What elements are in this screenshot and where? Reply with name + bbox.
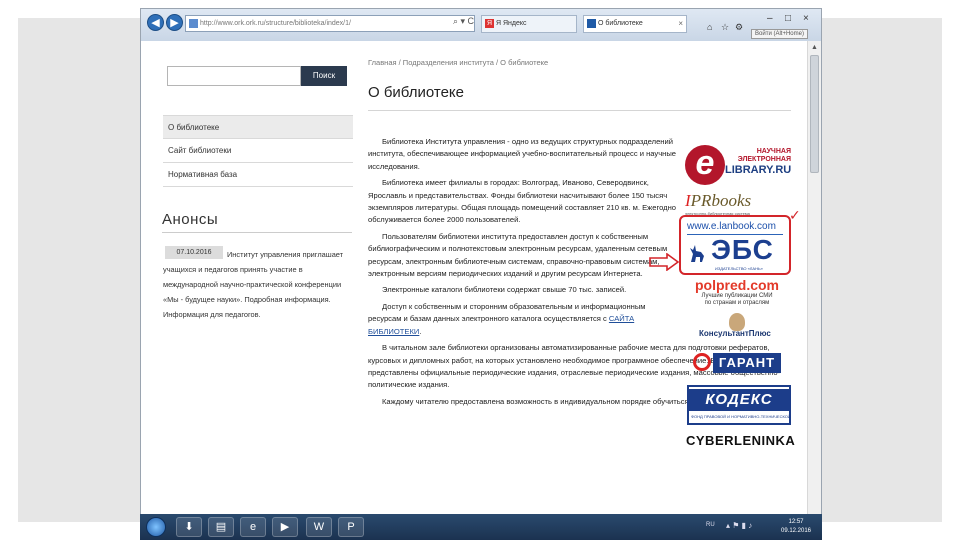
address-bar[interactable]: http://www.ork.ork.ru/structure/bibliote…: [185, 15, 475, 32]
iprbooks-logo[interactable]: IPRbooks электронно-библиотечная система: [685, 191, 791, 217]
scroll-up-icon[interactable]: ▲: [808, 41, 821, 54]
language-indicator[interactable]: RU: [706, 522, 715, 528]
tab-label: О библиотеке: [598, 20, 643, 27]
address-url: http://www.ork.ork.ru/structure/bibliote…: [200, 20, 351, 27]
sidebar-menu: О библиотеке Сайт библиотеки Нормативная…: [163, 115, 353, 187]
lanbook-ebs: ЭБС: [711, 234, 774, 265]
polpred-wordmark: polpred.com: [694, 277, 779, 293]
gear-icon[interactable]: ⚙: [735, 22, 743, 33]
iprbooks-wordmark: IPRbooks: [685, 191, 791, 211]
kodeks-label: КОДЕКС: [689, 389, 789, 411]
garant-logo[interactable]: ГАРАНТ: [693, 351, 783, 375]
elibrary-line2: ЭЛЕКТРОННАЯ: [737, 156, 791, 163]
elibrary-line1: НАУЧНАЯ: [756, 148, 791, 155]
elibrary-letter: e: [685, 145, 725, 185]
cyberleninka-logo[interactable]: CYBERLENINKA: [686, 433, 795, 448]
page-title: О библиотеке: [368, 84, 464, 101]
anons-heading: Анонсы: [162, 211, 219, 228]
elibrary-logo[interactable]: e НАУЧНАЯ ЭЛЕКТРОННАЯ LIBRARY.RU: [685, 145, 791, 185]
tab-yandex[interactable]: Я Я Яндекс: [481, 15, 577, 33]
vertical-scrollbar[interactable]: ▲ ▼: [807, 41, 821, 523]
tab-about-library[interactable]: О библиотеке ×: [583, 15, 687, 33]
article-column-narrow: Библиотека Института управления - одно и…: [368, 136, 680, 338]
article-paragraph: Доступ к собственным и сторонним образов…: [368, 301, 646, 336]
ie-icon[interactable]: e: [240, 517, 266, 537]
taskbar: ⬇ ▤ e ▶ W P RU ▴ ⚑ ▮ ♪ 12:57 09.12.2016: [140, 514, 822, 540]
konsultant-logo[interactable]: КонсультантПлюс: [699, 313, 789, 343]
tab-label: Я Яндекс: [496, 20, 527, 27]
tray-icons[interactable]: ▴ ⚑ ▮ ♪: [726, 521, 752, 530]
checkmark-icon: ✓: [789, 207, 801, 223]
article-paragraph: Электронные каталоги библиотеки содержат…: [382, 285, 627, 295]
scroll-thumb[interactable]: [810, 55, 819, 173]
konsultant-label: КонсультантПлюс: [699, 329, 771, 338]
kodeks-sub: ФОНД ПРАВОВОЙ И НОРМАТИВНО-ТЕХНИЧЕСКОЙ: [691, 414, 791, 419]
browser-window: ◀ ▶ http://www.ork.ork.ru/structure/bibl…: [140, 8, 822, 538]
divider: [368, 110, 791, 111]
star-icon[interactable]: ☆: [721, 22, 729, 33]
close-tab-icon[interactable]: ×: [678, 16, 683, 32]
lanbook-sub: ИЗДАТЕЛЬСТВО «ЛАНЬ»: [715, 266, 763, 271]
garant-mark-icon: [693, 353, 711, 371]
lanbook-url: www.e.lanbook.com: [687, 221, 776, 232]
page-content: Поиск О библиотеке Сайт библиотеки Норма…: [141, 41, 821, 523]
clock-time: 12:57: [788, 519, 804, 525]
address-tools[interactable]: ⌕ ▾ C: [453, 16, 474, 27]
search-button[interactable]: Поиск: [301, 66, 347, 86]
browser-toolbar: ◀ ▶ http://www.ork.ork.ru/structure/bibl…: [141, 9, 821, 41]
iprbooks-rest: PRbooks: [690, 191, 752, 210]
polpred-logo[interactable]: polpred.com Лучшие публикации СМИ по стр…: [681, 277, 793, 309]
word-icon[interactable]: W: [306, 517, 332, 537]
maximize-button[interactable]: □: [785, 13, 791, 24]
anons-date: 07.10.2016: [165, 246, 223, 259]
kodeks-logo[interactable]: КОДЕКС ФОНД ПРАВОВОЙ И НОРМАТИВНО-ТЕХНИЧ…: [687, 385, 791, 425]
clock-date: 09.12.2016: [780, 528, 812, 534]
search-input[interactable]: [167, 66, 301, 86]
folder-icon[interactable]: ▤: [208, 517, 234, 537]
sidebar-item-site[interactable]: Сайт библиотеки: [163, 139, 353, 163]
polpred-sub2: по странам и отраслям: [704, 300, 770, 306]
clock[interactable]: 12:57 09.12.2016: [774, 518, 818, 536]
lanbook-logo[interactable]: www.e.lanbook.com ЭБС ИЗДАТЕЛЬСТВО «ЛАНЬ…: [679, 215, 791, 275]
minimize-button[interactable]: –: [767, 13, 773, 24]
forward-icon[interactable]: ▶: [166, 14, 183, 31]
article-paragraph: Пользователям библиотеки института предо…: [368, 231, 668, 279]
close-button[interactable]: ×: [803, 13, 809, 24]
home-icon[interactable]: ⌂: [707, 22, 712, 32]
breadcrumb[interactable]: Главная / Подразделения института / О би…: [368, 58, 548, 67]
article-paragraph: Библиотека имеет филиалы в городах: Волг…: [368, 178, 676, 225]
download-icon[interactable]: ⬇: [176, 517, 202, 537]
access-text: Доступ к собственным и сторонним образов…: [368, 301, 646, 324]
deer-icon: [687, 242, 709, 264]
media-icon[interactable]: ▶: [272, 517, 298, 537]
ppt-icon[interactable]: P: [338, 517, 364, 537]
login-hint[interactable]: Войти (Alt+Home): [751, 29, 808, 39]
elibrary-line3: LIBRARY.RU: [725, 164, 792, 176]
page-icon: [189, 19, 198, 28]
site-favicon: [587, 19, 596, 28]
start-button[interactable]: [146, 517, 166, 537]
article-paragraph: Библиотека Института управления - одно и…: [368, 137, 677, 171]
back-icon[interactable]: ◀: [147, 14, 164, 31]
screen: ◀ ▶ http://www.ork.ork.ru/structure/bibl…: [0, 0, 960, 540]
red-arrow-icon: [649, 252, 680, 272]
divider: [162, 232, 352, 233]
sidebar-item-normative[interactable]: Нормативная база: [163, 163, 353, 187]
yandex-icon: Я: [485, 19, 494, 28]
garant-label: ГАРАНТ: [713, 353, 781, 373]
sidebar-item-about[interactable]: О библиотеке: [163, 115, 353, 139]
polpred-sub1: Лучшие публикации СМИ: [701, 293, 773, 299]
elibrary-text: НАУЧНАЯ ЭЛЕКТРОННАЯ LIBRARY.RU: [725, 148, 791, 176]
